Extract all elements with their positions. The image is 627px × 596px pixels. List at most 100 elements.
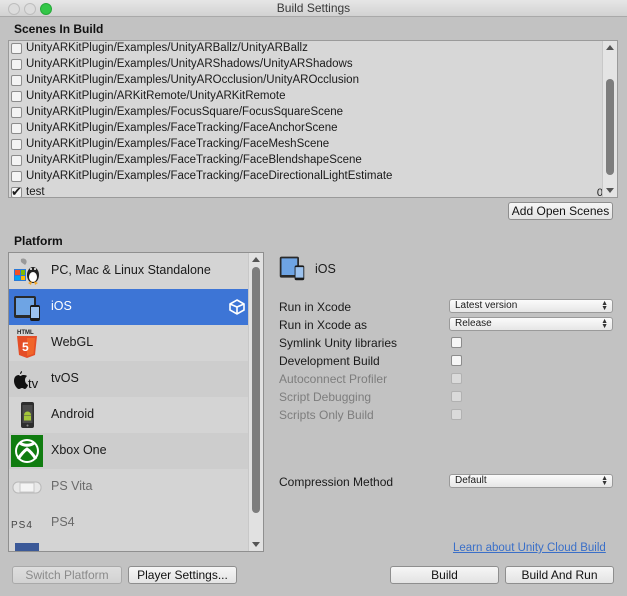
svg-text:PS4: PS4 (11, 520, 33, 531)
scene-row[interactable]: UnityARKitPlugin/Examples/FaceTracking/F… (9, 121, 603, 137)
development-build-label: Development Build (279, 354, 380, 368)
scene-include-checkbox[interactable] (11, 155, 22, 166)
script-debugging-checkbox (451, 391, 462, 402)
scroll-up-arrow-icon[interactable] (606, 45, 614, 50)
facebook-icon (15, 543, 39, 551)
svg-text:HTML: HTML (17, 330, 34, 336)
platform-item-android[interactable]: Android (9, 397, 249, 433)
script-debugging-label: Script Debugging (279, 390, 372, 404)
scripts-only-build-checkbox (451, 409, 462, 420)
scenes-in-build-label: Scenes In Build (14, 22, 104, 36)
platform-item-xbox-one[interactable]: Xbox One (9, 433, 249, 469)
build-and-run-button[interactable]: Build And Run (505, 566, 614, 584)
scene-path: UnityARKitPlugin/Examples/FaceTracking/F… (26, 170, 393, 182)
platform-label: Platform (14, 234, 63, 248)
cloud-build-link[interactable]: Learn about Unity Cloud Build (453, 542, 606, 554)
scene-row[interactable]: UnityARKitPlugin/Examples/FaceTracking/F… (9, 137, 603, 153)
xbox-icon (11, 435, 43, 467)
scroll-up-arrow-icon[interactable] (252, 257, 260, 262)
player-settings-button[interactable]: Player Settings... (128, 566, 237, 584)
apple-tv-icon: tv (14, 371, 39, 391)
platform-label-android: Android (51, 407, 95, 421)
scene-row[interactable]: UnityARKitPlugin/Examples/FaceTracking/F… (9, 169, 603, 185)
scene-row[interactable]: UnityARKitPlugin/Examples/FocusSquare/Fo… (9, 105, 603, 121)
scene-path: UnityARKitPlugin/Examples/UnityAROcclusi… (26, 74, 359, 86)
development-build-checkbox[interactable] (451, 355, 462, 366)
scene-path: UnityARKitPlugin/Examples/FaceTracking/F… (26, 154, 362, 166)
scene-row[interactable]: test 0 (9, 184, 603, 198)
html5-icon: HTML 5 (17, 330, 37, 358)
ps4-icon: PS4 (11, 520, 33, 531)
autoconnect-profiler-checkbox (451, 373, 462, 384)
platform-item-partial[interactable] (9, 541, 249, 551)
run-in-xcode-as-dropdown[interactable]: Release ▲ ▼ (449, 317, 613, 331)
svg-text:5: 5 (22, 340, 29, 354)
scene-path: UnityARKitPlugin/Examples/UnityARBallz/U… (26, 42, 308, 54)
scene-row[interactable]: UnityARKitPlugin/Examples/UnityARShadows… (9, 57, 603, 73)
platform-item-tvos[interactable]: tv tvOS (9, 361, 249, 397)
scroll-down-arrow-icon[interactable] (606, 188, 614, 193)
svg-text:tv: tv (28, 376, 39, 391)
platform-item-ios[interactable]: iOS (9, 289, 249, 325)
build-button[interactable]: Build (390, 566, 499, 584)
symlink-checkbox[interactable] (451, 337, 462, 348)
platform-label-webgl: WebGL (51, 335, 94, 349)
run-in-xcode-value: Latest version (455, 300, 518, 311)
scene-include-checkbox[interactable] (11, 184, 22, 197)
ios-device-icon (279, 256, 305, 281)
scenes-list[interactable]: UnityARKitPlugin/Examples/UnityARBallz/U… (8, 40, 618, 198)
scene-include-checkbox[interactable] (11, 123, 22, 134)
selected-platform-title: iOS (315, 262, 336, 276)
platform-item-webgl[interactable]: HTML 5 WebGL (9, 325, 249, 361)
scene-include-checkbox[interactable] (11, 59, 22, 70)
platform-label-xbox-one: Xbox One (51, 443, 107, 457)
android-phone-icon (21, 402, 34, 428)
scene-path: UnityARKitPlugin/Examples/FaceTracking/F… (26, 138, 330, 150)
title-bar: Build Settings (0, 0, 627, 17)
window-title: Build Settings (276, 1, 351, 15)
scene-row[interactable]: UnityARKitPlugin/Examples/UnityAROcclusi… (9, 73, 603, 89)
scroll-down-arrow-icon[interactable] (252, 542, 260, 547)
platform-scroll-thumb[interactable] (252, 267, 260, 513)
standalone-icon (14, 258, 39, 285)
scene-row[interactable]: UnityARKitPlugin/Examples/UnityARBallz/U… (9, 41, 603, 57)
dropdown-arrows-icon: ▲ ▼ (601, 300, 608, 312)
run-in-xcode-as-value: Release (455, 318, 492, 329)
dropdown-arrows-icon: ▲ ▼ (601, 318, 608, 330)
run-in-xcode-label: Run in Xcode (279, 300, 352, 314)
scene-row[interactable]: UnityARKitPlugin/ARKitRemote/UnityARKitR… (9, 89, 603, 105)
scene-path: UnityARKitPlugin/Examples/FocusSquare/Fo… (26, 106, 344, 118)
scene-include-checkbox[interactable] (11, 139, 22, 150)
scripts-only-build-label: Scripts Only Build (279, 408, 374, 422)
platform-label-ps-vita: PS Vita (51, 479, 93, 493)
platform-item-standalone[interactable]: PC, Mac & Linux Standalone (9, 253, 249, 289)
symlink-label: Symlink Unity libraries (279, 336, 398, 350)
platform-label-standalone: PC, Mac & Linux Standalone (51, 263, 211, 277)
scene-include-checkbox[interactable] (11, 75, 22, 86)
scene-path: test (26, 186, 45, 198)
scenes-scrollbar[interactable] (602, 41, 617, 197)
ios-device-icon (14, 296, 40, 321)
platform-list[interactable]: PC, Mac & Linux Standalone iOS HTML 5 We… (8, 252, 264, 552)
scene-include-checkbox[interactable] (11, 43, 22, 54)
run-in-xcode-dropdown[interactable]: Latest version ▲ ▼ (449, 299, 613, 313)
compression-method-value: Default (455, 475, 487, 486)
platform-item-ps-vita[interactable]: PS Vita (9, 469, 249, 505)
add-open-scenes-button[interactable]: Add Open Scenes (508, 202, 613, 220)
platform-item-ps4[interactable]: PS4 PS4 (9, 505, 249, 541)
scene-row[interactable]: UnityARKitPlugin/Examples/FaceTracking/F… (9, 153, 603, 169)
autoconnect-profiler-label: Autoconnect Profiler (279, 372, 388, 386)
platform-label-tvos: tvOS (51, 371, 79, 385)
scenes-scroll-thumb[interactable] (606, 79, 614, 175)
unity-logo-icon (229, 299, 245, 315)
scene-include-checkbox[interactable] (11, 107, 22, 118)
dropdown-arrows-icon: ▲ ▼ (601, 475, 608, 487)
scene-path: UnityARKitPlugin/Examples/UnityARShadows… (26, 58, 353, 70)
compression-method-dropdown[interactable]: Default ▲ ▼ (449, 474, 613, 488)
scene-include-checkbox[interactable] (11, 91, 22, 102)
scene-include-checkbox[interactable] (11, 171, 22, 182)
scene-path: UnityARKitPlugin/ARKitRemote/UnityARKitR… (26, 90, 286, 102)
switch-platform-button[interactable]: Switch Platform (12, 566, 122, 584)
compression-method-label: Compression Method (279, 475, 394, 489)
platform-scrollbar[interactable] (248, 253, 263, 551)
